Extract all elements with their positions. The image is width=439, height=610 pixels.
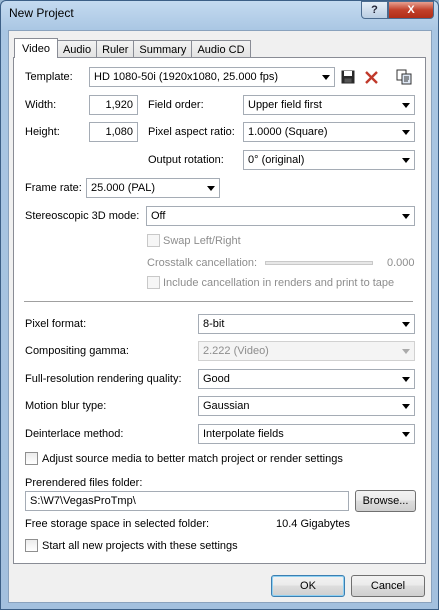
include-cancellation-label: Include cancellation in renders and prin… [163,277,395,289]
adjust-source-checkbox[interactable] [25,452,38,465]
cancel-button[interactable]: Cancel [351,575,425,597]
frame-rate-dropdown[interactable]: 25.000 (PAL) [86,178,220,198]
delete-icon[interactable] [362,68,380,86]
rendering-quality-dropdown[interactable]: Good [198,369,415,389]
free-space-value: 10.4 Gigabytes [276,518,350,530]
template-label: Template: [25,71,73,83]
chevron-down-icon [402,377,410,382]
chevron-down-icon [402,404,410,409]
chevron-down-icon [322,75,330,80]
pixel-format-dropdown[interactable]: 8-bit [198,314,415,334]
start-all-projects-checkbox[interactable] [25,539,38,552]
chevron-down-icon [402,214,410,219]
compositing-gamma-label: Compositing gamma: [25,345,129,357]
pixel-format-label: Pixel format: [25,318,87,330]
help-button[interactable]: ? [361,1,388,19]
close-icon: X [407,4,415,16]
pixel-aspect-dropdown[interactable]: 1.0000 (Square) [243,122,415,142]
include-cancellation-checkbox[interactable] [147,276,160,289]
tab-strip: Video Audio Ruler Summary Audio CD [14,38,251,58]
chevron-down-icon [402,432,410,437]
rendering-quality-value: Good [203,373,230,385]
width-label: Width: [25,99,57,111]
title-bar[interactable]: New Project ? X [1,1,438,27]
deinterlace-label: Deinterlace method: [25,428,124,440]
field-order-dropdown[interactable]: Upper field first [243,95,415,115]
chevron-down-icon [402,103,410,108]
rendering-quality-label: Full-resolution rendering quality: [25,373,182,385]
pixel-aspect-label: Pixel aspect ratio: [148,126,235,138]
window-title: New Project [9,6,74,20]
chevron-down-icon [207,186,215,191]
swap-left-right-checkbox[interactable] [147,234,160,247]
stereo-mode-dropdown[interactable]: Off [146,206,415,226]
dialog-client-area: Video Audio Ruler Summary Audio CD Templ… [8,30,432,603]
section-divider [24,301,413,303]
pixel-format-value: 8-bit [203,318,225,330]
output-rotation-label: Output rotation: [148,154,224,166]
start-all-projects-label: Start all new projects with these settin… [42,540,238,552]
deinterlace-dropdown[interactable]: Interpolate fields [198,424,415,444]
output-rotation-value: 0° (original) [248,154,305,166]
tab-audio[interactable]: Audio [56,40,98,58]
video-settings-panel: Template: HD 1080-50i (1920x1080, 25.000… [13,57,426,564]
prerender-folder-input[interactable]: S:\W7\VegasProTmp\ [25,491,349,511]
close-button[interactable]: X [388,1,434,19]
template-value: HD 1080-50i (1920x1080, 25.000 fps) [94,71,279,83]
motion-blur-value: Gaussian [203,400,250,412]
field-order-value: Upper field first [248,99,322,111]
adjust-source-label: Adjust source media to better match proj… [42,453,343,465]
crosstalk-value: 0.000 [387,257,415,269]
stereo-mode-value: Off [151,210,166,222]
free-space-label: Free storage space in selected folder: [25,518,210,530]
width-field[interactable]: 1,920 [89,95,138,115]
chevron-down-icon [402,158,410,163]
tab-ruler[interactable]: Ruler [96,40,135,58]
swap-left-right-label: Swap Left/Right [163,235,241,247]
ok-button[interactable]: OK [271,575,345,597]
save-icon[interactable] [339,68,357,86]
frame-rate-label: Frame rate: [25,182,82,194]
motion-blur-dropdown[interactable]: Gaussian [198,396,415,416]
tab-summary[interactable]: Summary [133,40,193,58]
chevron-down-icon [402,322,410,327]
dialog-window: New Project ? X Video Audio Ruler Summar… [0,0,439,610]
browse-button[interactable]: Browse... [355,490,416,512]
motion-blur-label: Motion blur type: [25,400,107,412]
pixel-aspect-value: 1.0000 (Square) [248,126,328,138]
tab-audio-cd[interactable]: Audio CD [191,40,251,58]
height-field[interactable]: 1,080 [89,122,138,142]
frame-rate-value: 25.000 (PAL) [91,182,156,194]
compositing-gamma-dropdown[interactable]: 2.222 (Video) [198,341,415,361]
field-order-label: Field order: [148,99,204,111]
help-icon: ? [371,4,378,16]
crosstalk-slider[interactable] [265,261,373,265]
chevron-down-icon [402,130,410,135]
height-label: Height: [25,126,60,138]
copy-icon[interactable] [395,68,413,86]
compositing-gamma-value: 2.222 (Video) [203,345,269,357]
chevron-down-icon [402,349,410,354]
tab-video[interactable]: Video [14,38,58,58]
crosstalk-label: Crosstalk cancellation: [147,257,258,269]
template-dropdown[interactable]: HD 1080-50i (1920x1080, 25.000 fps) [89,67,335,87]
deinterlace-value: Interpolate fields [203,428,284,440]
output-rotation-dropdown[interactable]: 0° (original) [243,150,415,170]
prerender-folder-label: Prerendered files folder: [25,477,143,489]
stereo-mode-label: Stereoscopic 3D mode: [25,210,140,222]
